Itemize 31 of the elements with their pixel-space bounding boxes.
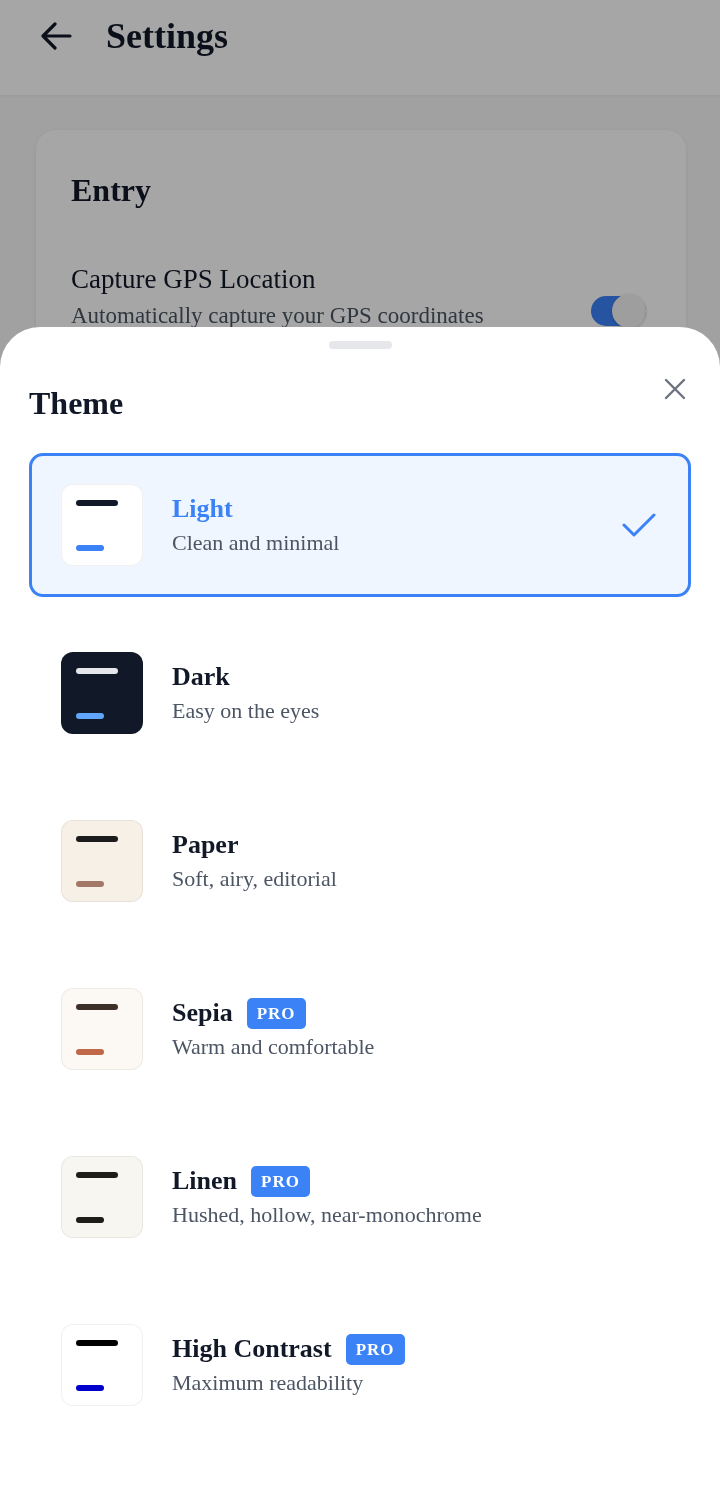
- pro-badge: PRO: [246, 997, 306, 1029]
- check-icon: [622, 513, 656, 537]
- sheet-title: Theme: [29, 385, 124, 421]
- theme-option[interactable]: High Contrast PRO Maximum readability: [29, 1293, 691, 1437]
- theme-name: Dark: [172, 661, 230, 693]
- pro-badge: PRO: [345, 1333, 405, 1365]
- theme-option[interactable]: Light Clean and minimal: [29, 453, 691, 597]
- section-title: Entry: [71, 172, 152, 208]
- theme-description: Maximum readability: [172, 1369, 365, 1397]
- theme-option[interactable]: Dark Easy on the eyes: [29, 621, 691, 765]
- close-icon[interactable]: [664, 378, 686, 400]
- theme-description: Clean and minimal: [172, 529, 341, 557]
- theme-description: Easy on the eyes: [172, 697, 321, 725]
- theme-option[interactable]: Linen PRO Hushed, hollow, near-monochrome: [29, 1125, 691, 1269]
- theme-name: Paper: [172, 829, 239, 861]
- back-icon[interactable]: [40, 21, 72, 50]
- page-title: Settings: [106, 14, 228, 57]
- toggle-switch[interactable]: [591, 296, 646, 326]
- theme-name: High Contrast: [172, 1333, 332, 1365]
- setting-description: Automatically capture your GPS coordinates: [71, 304, 484, 327]
- theme-name: Light: [172, 493, 233, 525]
- pro-badge: PRO: [251, 1165, 310, 1197]
- theme-description: Hushed, hollow, near-monochrome: [172, 1201, 483, 1229]
- theme-description: Soft, airy, editorial: [172, 865, 338, 893]
- theme-name: Sepia: [172, 997, 233, 1029]
- theme-option[interactable]: Sepia PRO Warm and comfortable: [29, 957, 691, 1101]
- theme-description: Warm and comfortable: [172, 1033, 376, 1061]
- theme-option[interactable]: Paper Soft, airy, editorial: [29, 789, 691, 933]
- theme-name: Linen: [172, 1165, 238, 1197]
- setting-label: Capture GPS Location: [71, 263, 317, 295]
- drag-handle[interactable]: [328, 341, 392, 349]
